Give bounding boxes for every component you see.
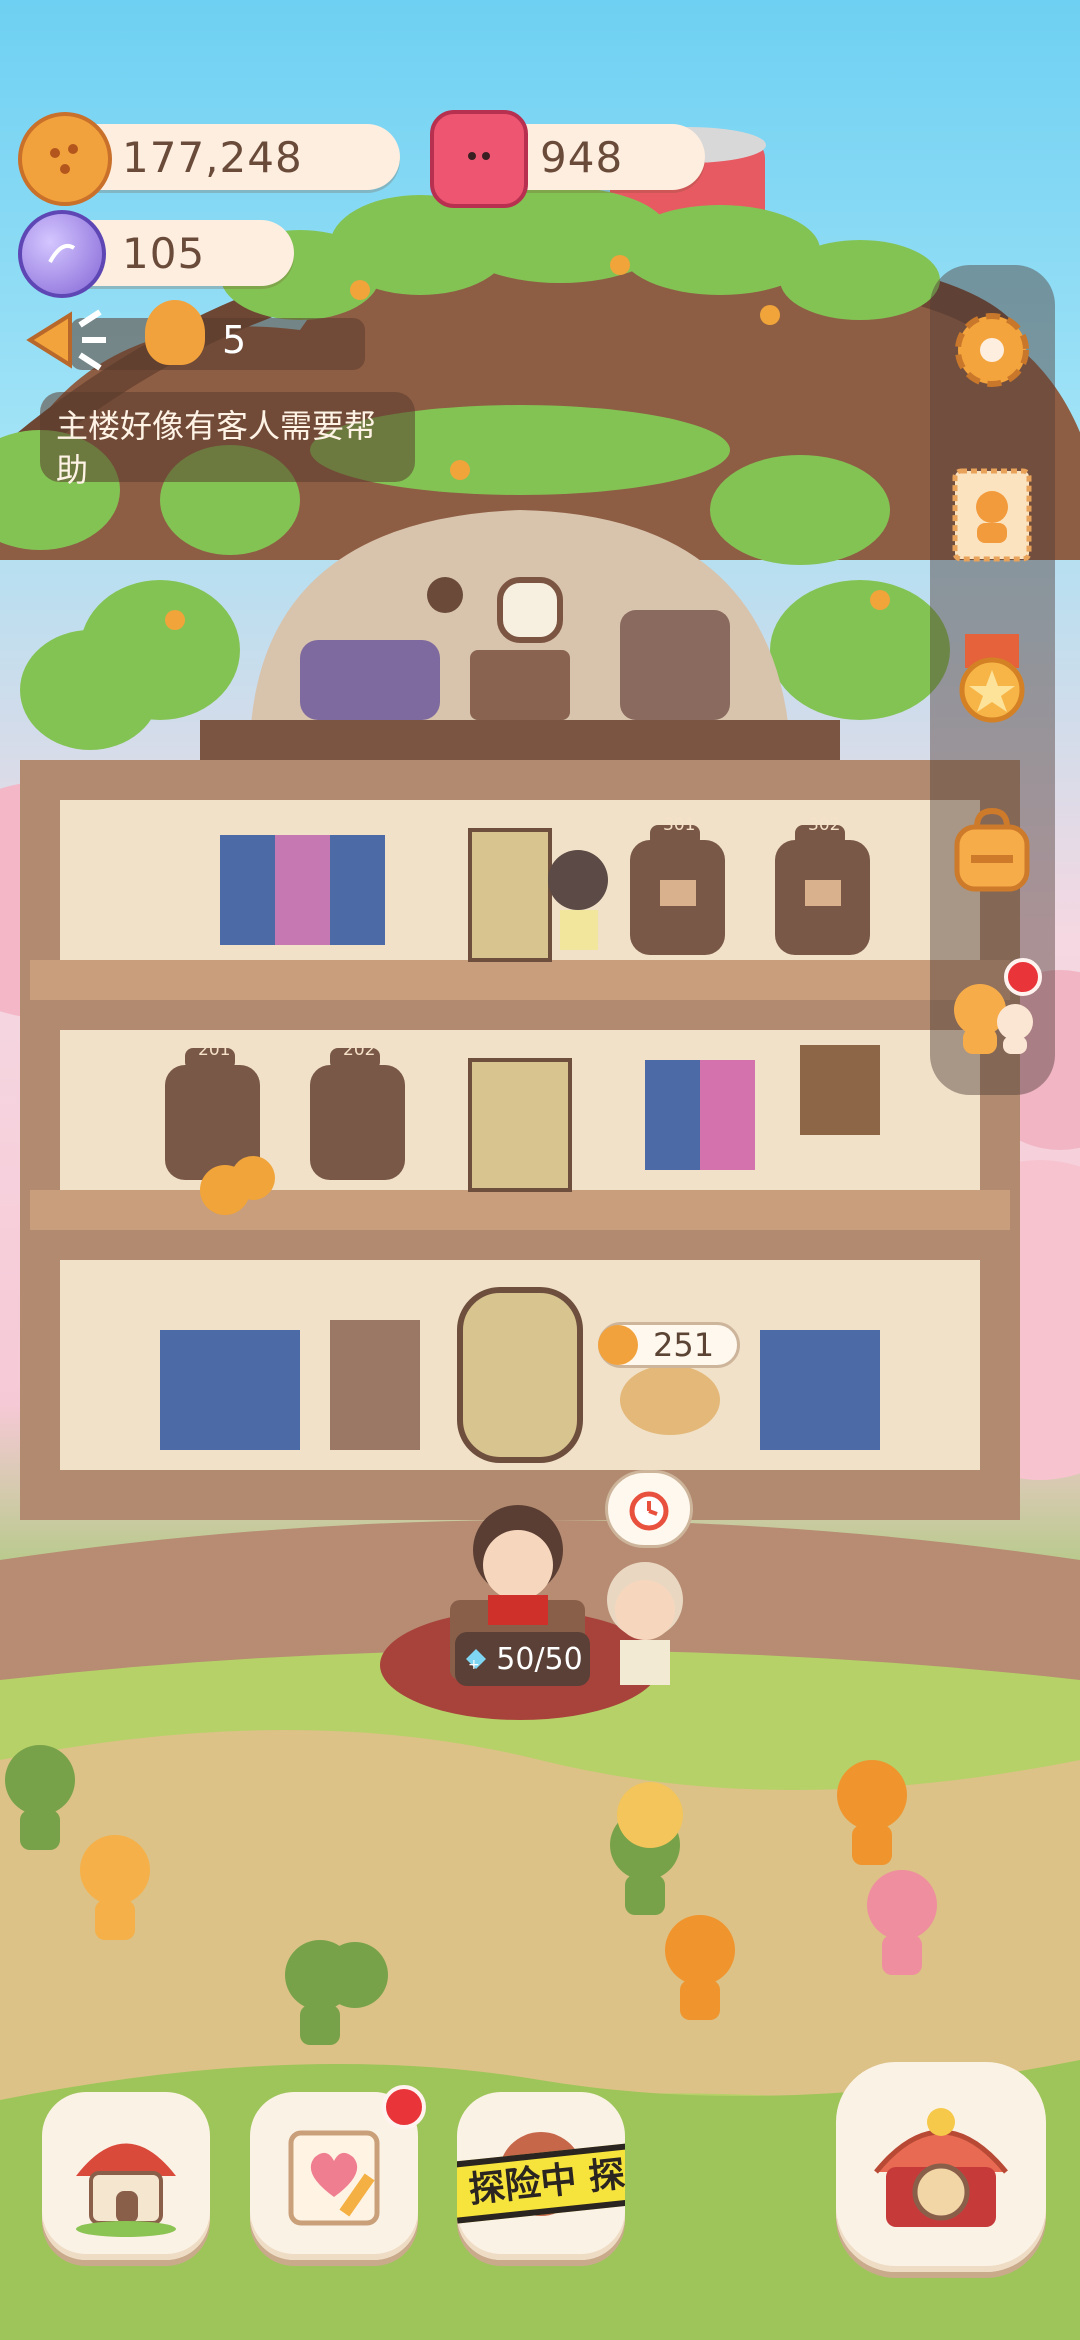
stamp-profile-icon [952, 468, 1032, 562]
ticket-bar [70, 318, 365, 370]
announcement-banner[interactable]: 主楼好像有客人需要帮助 [40, 392, 415, 489]
alarm-clock-icon [629, 1491, 669, 1531]
cookie-icon [18, 112, 112, 206]
diary-badge [382, 2085, 426, 2129]
cookie-count: 177,248 [122, 132, 303, 182]
announcement-text: 主楼好像有客人需要帮助 [56, 407, 377, 489]
energy-value: 50/50 [496, 1641, 583, 1677]
backpack-icon [954, 807, 1030, 892]
friends-badge [1004, 958, 1042, 996]
medal-button[interactable] [942, 630, 1042, 730]
gear-icon [955, 313, 1029, 387]
svg-text:+: + [468, 1657, 480, 1673]
medal-icon [959, 634, 1025, 723]
diary-icon [288, 2130, 380, 2226]
backpack-button[interactable] [942, 800, 1042, 900]
gem-count: 948 [540, 132, 624, 182]
crystal-icon [18, 210, 106, 298]
ticket-count: 5 [222, 318, 247, 362]
crystal-count: 105 [122, 228, 206, 278]
energy-icon: + [466, 1649, 487, 1673]
room-label-302: 302 [808, 815, 841, 835]
expedition-button[interactable]: 探险中 探 [457, 2092, 625, 2260]
hotel-icon [76, 2143, 176, 2237]
candy-gem-icon [430, 110, 528, 208]
theater-icon [874, 2108, 1008, 2227]
hotel-button[interactable] [42, 2092, 210, 2260]
coin-bubble-value: 251 [653, 1326, 715, 1364]
alarm-bubble[interactable] [605, 1470, 693, 1548]
profile-button[interactable] [942, 465, 1042, 565]
theater-button[interactable] [836, 2062, 1046, 2272]
megaphone-icon[interactable] [20, 300, 110, 380]
room-label-301: 301 [663, 815, 696, 835]
room-label-201: 201 [198, 1040, 231, 1060]
energy-counter[interactable]: + 50/50 [455, 1632, 590, 1686]
settings-button[interactable] [942, 300, 1042, 400]
room-label-202: 202 [343, 1040, 376, 1060]
ticket-cookie-icon [145, 300, 205, 365]
cookie-icon [598, 1325, 638, 1365]
